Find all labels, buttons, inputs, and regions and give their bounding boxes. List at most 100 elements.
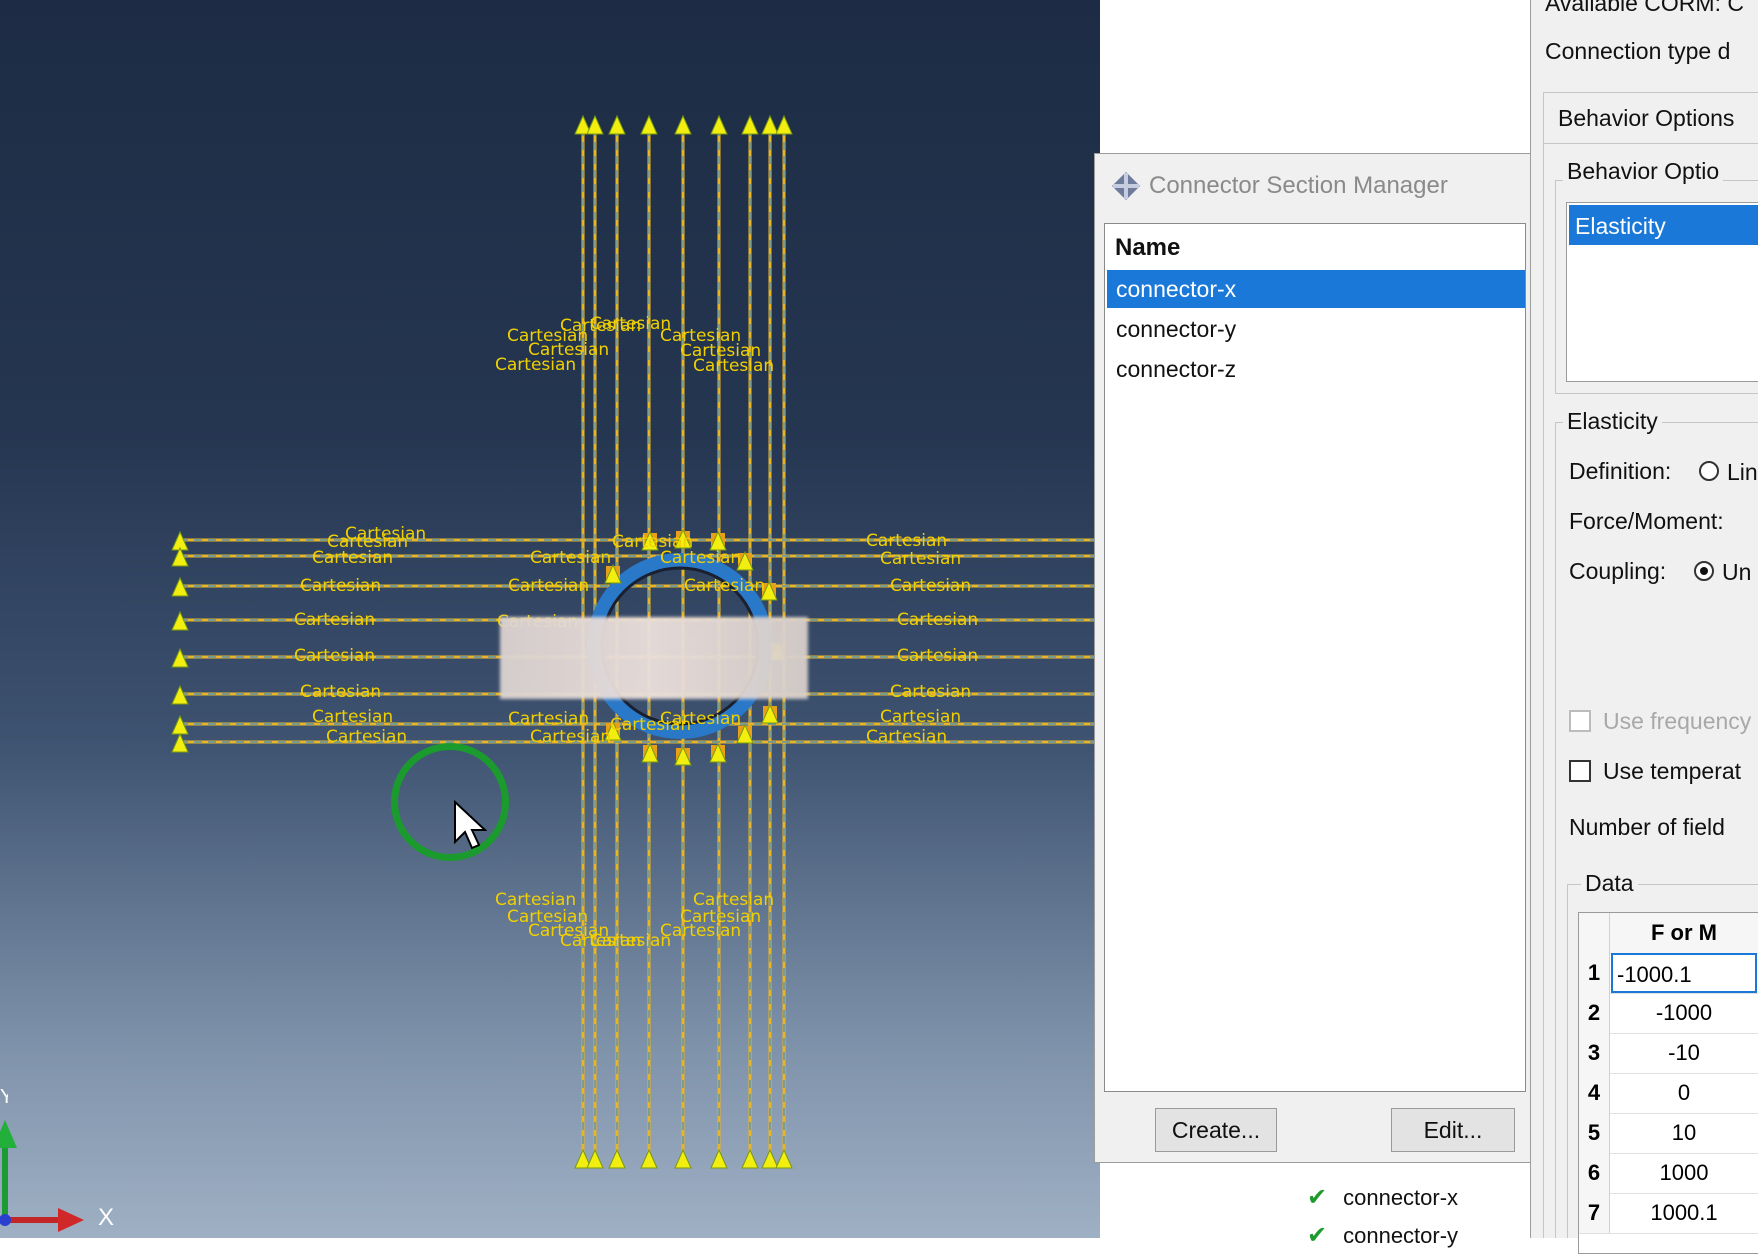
csys-label: Cartesian [897, 646, 978, 666]
table-header-row: F or M [1579, 913, 1758, 954]
boundary-condition-icon [586, 114, 604, 135]
checkmark-icon: ✔ [1307, 1184, 1328, 1211]
dialog-titlebar[interactable]: Connector Section Manager [1111, 166, 1448, 206]
coupling-label: Coupling: [1569, 558, 1667, 584]
behavior-item-elasticity[interactable]: Elasticity [1569, 205, 1758, 245]
behavior-item-label: Elasticity [1575, 213, 1666, 239]
csys-label: Cartesian [684, 576, 765, 596]
triad-x-label: X [98, 1204, 115, 1231]
coupling-option-label: Un [1722, 559, 1752, 585]
list-item[interactable]: ✔ connector-x [1307, 1183, 1458, 1212]
boundary-condition-icon [640, 114, 658, 135]
checkbox-icon [1569, 710, 1591, 732]
elasticity-group-title: Elasticity [1563, 408, 1662, 435]
connection-type-label: Connection type d [1545, 38, 1731, 64]
boundary-condition-icon [775, 114, 793, 135]
create-button[interactable]: Create... [1155, 1108, 1277, 1152]
checkbox-icon [1569, 760, 1591, 782]
csys-label: Cartesian [294, 646, 375, 666]
axis-triad [0, 1120, 84, 1232]
list-item-connector-z[interactable]: connector-z [1107, 350, 1525, 388]
csys-label: Cartesian [312, 707, 393, 727]
column-header-f-or-m: F or M [1651, 920, 1717, 945]
csys-label: Cartesian [300, 682, 381, 702]
row-number: 5 [1579, 1113, 1610, 1153]
csys-label: Cartesian [880, 707, 961, 727]
csys-label: Cartesian [508, 576, 589, 596]
table-row[interactable]: 5 10 [1579, 1113, 1758, 1154]
boundary-condition-icon [710, 1148, 728, 1169]
table-cell[interactable]: 0 [1611, 1073, 1757, 1113]
boundary-condition-icon [761, 114, 779, 135]
csys-label: Cartesian [590, 931, 671, 951]
table-row[interactable]: 1 -1000.1 [1579, 953, 1758, 994]
csys-label: Cartesian [530, 548, 611, 568]
behavior-options-group-title: Behavior Optio [1563, 158, 1724, 185]
list-item-label: connector-x [1343, 1185, 1459, 1210]
table-cell[interactable]: 1000.1 [1611, 1193, 1757, 1233]
behavior-options-list[interactable]: Elasticity [1566, 202, 1758, 382]
number-of-field-label: Number of field [1569, 814, 1725, 840]
use-frequency-checkbox[interactable]: Use frequency [1569, 708, 1751, 734]
boundary-condition-icon [674, 114, 692, 135]
csys-label: Cartesian [880, 549, 961, 569]
row-number: 3 [1579, 1033, 1610, 1073]
force-moment-label: Force/Moment: [1569, 508, 1724, 534]
table-cell[interactable]: -1000 [1611, 993, 1757, 1033]
table-cell[interactable]: -10 [1611, 1033, 1757, 1073]
list-header-name: Name [1115, 234, 1181, 261]
csys-label: Cartesian [530, 727, 611, 747]
boundary-condition-icon [674, 1148, 692, 1169]
coupling-radio[interactable]: Un [1694, 559, 1751, 585]
model-viewport[interactable]: Cartesian Cartesian Cartesian Cartesian Cart… [0, 0, 1100, 1238]
tab-label: Behavior Options [1558, 105, 1735, 131]
list-item[interactable]: ✔ connector-y [1307, 1221, 1458, 1250]
list-item-label: connector-y [1343, 1223, 1459, 1248]
csys-label: Cartesian [866, 727, 947, 747]
boundary-condition-icon [761, 1148, 779, 1169]
row-number: 7 [1579, 1193, 1610, 1233]
csys-label: Cartesian [897, 610, 978, 630]
table-row[interactable]: 7 1000.1 [1579, 1193, 1758, 1234]
table-row[interactable]: 4 0 [1579, 1073, 1758, 1114]
row-number: 4 [1579, 1073, 1610, 1113]
radio-icon [1699, 461, 1719, 481]
data-table[interactable]: F or M 1 -1000.1 2 -1000 3 -10 4 0 5 10 … [1578, 912, 1758, 1254]
list-item-connector-x[interactable]: connector-x [1107, 270, 1525, 308]
boundary-condition-icon [775, 1148, 793, 1169]
connector-section-list[interactable]: Name connector-x connector-y connector-z [1104, 223, 1526, 1092]
blurred-tooltip [500, 617, 808, 699]
csys-label: Cartesian [693, 890, 774, 910]
available-corm-label: Available CORM: C [1545, 0, 1744, 16]
csys-label: Cartesian [866, 531, 947, 551]
boundary-condition-icon [710, 114, 728, 135]
table-cell[interactable]: 1000 [1611, 1153, 1757, 1193]
background-connector-list: ✔ connector-x ✔ connector-y [1285, 1163, 1535, 1249]
table-row[interactable]: 3 -10 [1579, 1033, 1758, 1074]
boundary-condition-icon [586, 1148, 604, 1169]
csys-label: Cartesian [294, 610, 375, 630]
table-corner [1579, 913, 1610, 953]
csys-label: Cartesian [508, 709, 589, 729]
row-number: 2 [1579, 993, 1610, 1033]
edit-button[interactable]: Edit... [1391, 1108, 1515, 1152]
csys-label: Cartesian [890, 682, 971, 702]
table-cell[interactable]: 10 [1611, 1113, 1757, 1153]
list-item-connector-y[interactable]: connector-y [1107, 310, 1525, 348]
definition-label: Definition: [1569, 458, 1672, 484]
row-number: 1 [1579, 953, 1610, 993]
boundary-condition-icon [741, 114, 759, 135]
connector-manager-icon [1112, 172, 1140, 200]
csys-label: Cartesian [312, 548, 393, 568]
boundary-condition-icon [640, 1148, 658, 1169]
table-cell[interactable]: -1000.1 [1611, 953, 1757, 993]
tab-behavior-options[interactable]: Behavior Options [1543, 92, 1758, 145]
mouse-cursor-icon [454, 800, 487, 850]
cursor-highlight-ring [391, 743, 509, 861]
table-row[interactable]: 2 -1000 [1579, 993, 1758, 1034]
definition-radio[interactable]: Lin [1699, 459, 1758, 485]
table-row[interactable]: 6 1000 [1579, 1153, 1758, 1194]
use-temperature-checkbox[interactable]: Use temperat [1569, 758, 1741, 784]
radio-selected-icon [1694, 561, 1714, 581]
csys-label: Cartesian [680, 907, 761, 927]
